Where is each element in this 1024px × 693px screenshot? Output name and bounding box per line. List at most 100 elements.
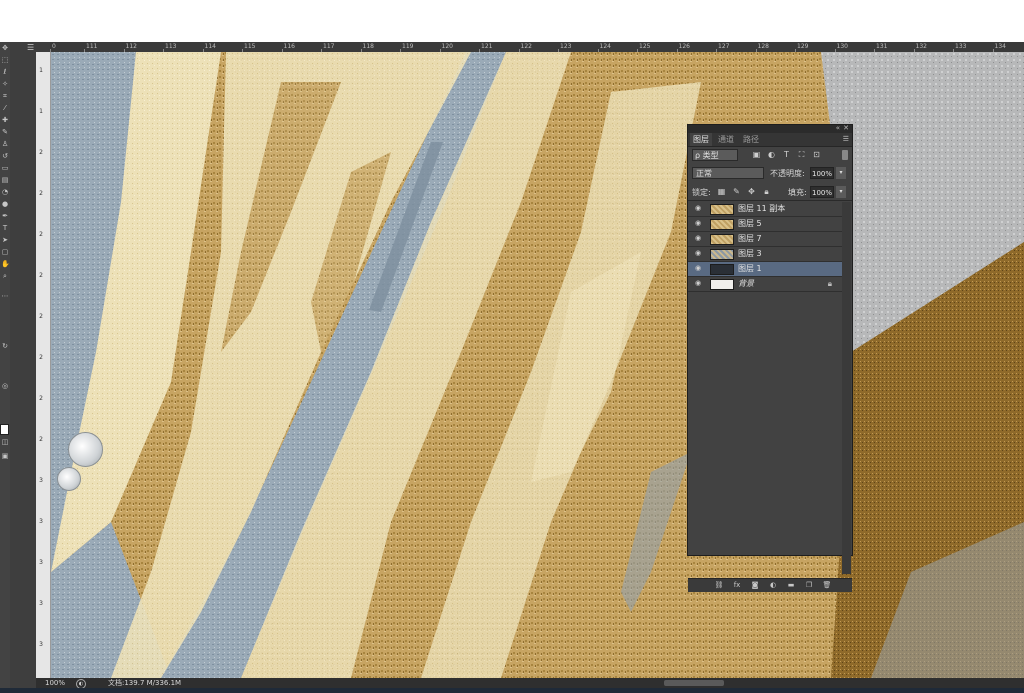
filter-toggle[interactable] xyxy=(842,150,848,160)
document-canvas[interactable] xyxy=(51,52,1024,678)
ruler-tick-label: 1 xyxy=(39,108,43,115)
ruler-tick-label: 2 xyxy=(39,231,43,238)
lock-row: 锁定: ▦ ✎ ✥ 🔒︎ 填充: 100% ▾ xyxy=(688,184,852,201)
history-brush-tool-icon[interactable]: ↺ xyxy=(1,152,9,160)
mode-icon[interactable]: ◎ xyxy=(1,382,9,390)
eyedropper-tool-icon[interactable]: ⁄ xyxy=(1,104,9,112)
ruler-tick-label: 134 xyxy=(994,43,1006,50)
os-taskbar xyxy=(0,688,1024,693)
bubble-decoration-small xyxy=(57,467,81,491)
lasso-tool-icon[interactable]: ℓ xyxy=(1,68,9,76)
layer-thumbnail xyxy=(710,234,734,245)
folder-icon[interactable]: ▬ xyxy=(786,581,796,590)
new-layer-icon[interactable]: ❐ xyxy=(804,581,814,590)
filter-shape-icon[interactable]: ⛶ xyxy=(797,150,806,159)
status-bar: 100% ◐ 文档:139.7 M/336.1M xyxy=(36,678,1024,689)
tab-layers[interactable]: 图层 xyxy=(690,133,712,146)
mask-icon[interactable]: ◙ xyxy=(750,581,760,590)
ruler-tick-label: 3 xyxy=(39,641,43,648)
fill-dropdown-icon[interactable]: ▾ xyxy=(836,186,846,198)
stamp-tool-icon[interactable]: ♙ xyxy=(1,140,9,148)
pen-tool-icon[interactable]: ✒ xyxy=(1,212,9,220)
screen-mode-icon[interactable]: ▣ xyxy=(1,452,9,460)
layer-list-scrollbar[interactable] xyxy=(842,202,851,574)
layer-row[interactable]: ◉ 背景 🔒︎ xyxy=(688,277,842,292)
crop-tool-icon[interactable]: ⌗ xyxy=(1,92,9,100)
marquee-tool-icon[interactable]: ⬚ xyxy=(1,56,9,64)
ruler-tick-label: 128 xyxy=(757,43,769,50)
panel-menu-icon[interactable]: ☰ xyxy=(843,135,849,143)
filter-kind-select[interactable]: ρ 类型 xyxy=(692,149,738,161)
layer-row[interactable]: ◉ 图层 3 xyxy=(688,247,842,262)
hand-tool-icon[interactable]: ✋ xyxy=(1,260,10,268)
panel-header[interactable]: « ✕ xyxy=(688,124,852,133)
ruler-tick-label: 125 xyxy=(639,43,651,50)
ruler-tick-label: 120 xyxy=(441,43,453,50)
tab-paths[interactable]: 路径 xyxy=(740,133,762,146)
layer-row[interactable]: ◉ 图层 1 xyxy=(688,262,842,277)
tool-options-icon[interactable]: ☰ xyxy=(27,43,34,52)
trash-icon[interactable]: 🗑︎ xyxy=(822,581,832,590)
opacity-input[interactable]: 100% xyxy=(810,167,834,179)
visibility-eye-icon[interactable]: ◉ xyxy=(695,235,703,242)
filter-adjustment-icon[interactable]: ◐ xyxy=(767,150,776,159)
gradient-tool-icon[interactable]: ▤ xyxy=(1,176,9,184)
shape-tool-icon[interactable]: ▢ xyxy=(1,248,9,256)
left-dock-strip xyxy=(10,42,36,693)
close-icon[interactable]: ✕ xyxy=(843,124,849,132)
type-tool-icon[interactable]: T xyxy=(1,224,9,232)
lock-transparent-icon[interactable]: ▦ xyxy=(717,187,726,196)
visibility-eye-icon[interactable]: ◉ xyxy=(695,280,703,287)
ruler-tick-label: 129 xyxy=(797,43,809,50)
more-tools-icon[interactable]: ⋯ xyxy=(1,292,9,300)
visibility-eye-icon[interactable]: ◉ xyxy=(695,250,703,257)
layer-lock-icon: 🔒︎ xyxy=(827,279,832,288)
rotate-view-icon[interactable]: ↻ xyxy=(1,342,9,350)
blend-mode-select[interactable]: 正常 xyxy=(692,167,764,179)
move-tool-icon[interactable]: ✥ xyxy=(1,44,9,52)
ruler-tick-label: 2 xyxy=(39,272,43,279)
brush-tool-icon[interactable]: ✎ xyxy=(1,128,9,136)
layers-panel: « ✕ 图层 通道 路径 ☰ ρ 类型 ▣ ◐ T ⛶ ⊡ 正常 不透明度: 1… xyxy=(687,124,853,592)
tab-channels[interactable]: 通道 xyxy=(715,133,737,146)
lock-all-icon[interactable]: 🔒︎ xyxy=(762,187,771,196)
ruler-tick-label: 118 xyxy=(362,43,374,50)
fx-icon[interactable]: fx xyxy=(732,581,742,590)
magic-wand-tool-icon[interactable]: ✧ xyxy=(1,80,9,88)
opacity-dropdown-icon[interactable]: ▾ xyxy=(836,167,846,179)
opacity-label: 不透明度: xyxy=(770,169,805,178)
filter-pixel-icon[interactable]: ▣ xyxy=(752,150,761,159)
zoom-tool-icon[interactable]: ⌕ xyxy=(1,272,9,280)
visibility-eye-icon[interactable]: ◉ xyxy=(695,205,703,212)
filter-type-icon[interactable]: T xyxy=(782,150,791,159)
blur-tool-icon[interactable]: ◔ xyxy=(1,188,9,196)
ruler-tick-label: 2 xyxy=(39,436,43,443)
layer-thumbnail xyxy=(710,279,734,290)
layer-row[interactable]: ◉ 图层 5 xyxy=(688,217,842,232)
collapse-icon[interactable]: « xyxy=(836,124,840,132)
visibility-eye-icon[interactable]: ◉ xyxy=(695,265,703,272)
link-icon[interactable]: ⛓ xyxy=(714,581,724,590)
foreground-color-swatch[interactable] xyxy=(0,424,9,435)
ruler-tick-label: 130 xyxy=(836,43,848,50)
eraser-tool-icon[interactable]: ▭ xyxy=(1,164,9,172)
lock-pixels-icon[interactable]: ✎ xyxy=(732,187,741,196)
adjustment-icon[interactable]: ◐ xyxy=(768,581,778,590)
path-select-tool-icon[interactable]: ➤ xyxy=(1,236,9,244)
filter-smart-object-icon[interactable]: ⊡ xyxy=(812,150,821,159)
dodge-tool-icon[interactable]: ● xyxy=(1,200,9,208)
layer-row[interactable]: ◉ 图层 7 xyxy=(688,232,842,247)
ruler-tick-label: 127 xyxy=(718,43,730,50)
layer-thumbnail xyxy=(710,204,734,215)
visibility-eye-icon[interactable]: ◉ xyxy=(695,220,703,227)
quick-mask-icon[interactable]: ◫ xyxy=(1,438,9,446)
horizontal-scrollbar[interactable] xyxy=(664,680,724,686)
ruler-tick-label: 1 xyxy=(39,67,43,74)
zoom-level[interactable]: 100% xyxy=(45,678,65,688)
fill-input[interactable]: 100% xyxy=(810,186,834,198)
lock-position-icon[interactable]: ✥ xyxy=(747,187,756,196)
blend-row: 正常 不透明度: 100% ▾ xyxy=(688,165,852,182)
healing-tool-icon[interactable]: ✚ xyxy=(1,116,9,124)
layer-row[interactable]: ◉ 图层 11 副本 xyxy=(688,202,842,217)
ruler-tick-label: 132 xyxy=(915,43,927,50)
